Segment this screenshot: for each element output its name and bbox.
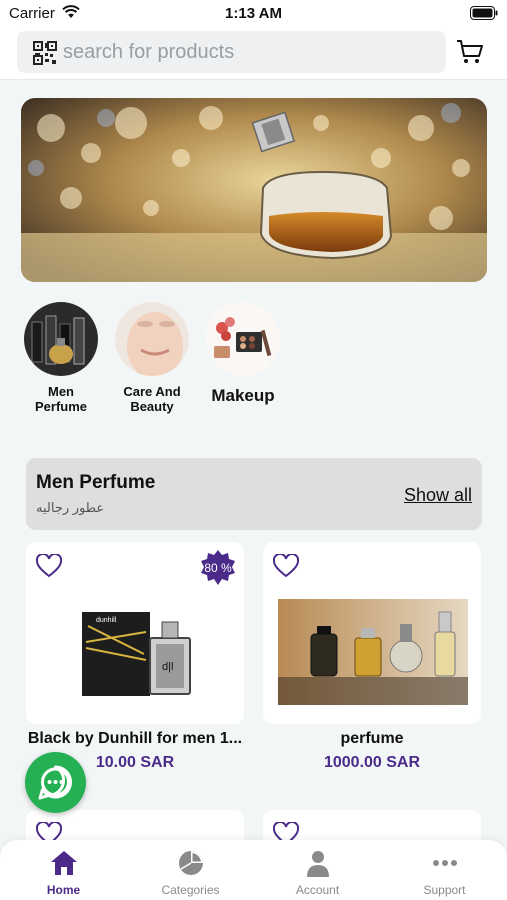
section-title: Men Perfume [36, 472, 156, 493]
bottom-tab-bar: Home Categories Account Support [0, 840, 507, 900]
perfume-banner-image [21, 98, 487, 282]
product-name[interactable]: perfume [263, 730, 481, 748]
section-header-men-perfume: Men Perfume عطور رجاليه Show all [26, 458, 482, 530]
discount-badge: 80 % [200, 550, 236, 586]
heart-icon[interactable] [273, 554, 299, 578]
tab-account[interactable]: Account [254, 840, 381, 900]
category-makeup[interactable]: Makeup [198, 302, 288, 405]
pie-chart-icon [178, 851, 203, 875]
status-bar: Carrier 1:13 AM [0, 0, 507, 28]
tab-support[interactable]: Support [381, 840, 507, 900]
whatsapp-icon [38, 765, 72, 800]
category-label: Makeup [211, 386, 275, 405]
category-label: Care And Beauty [123, 384, 181, 414]
category-care-and-beauty[interactable]: Care And Beauty [107, 302, 197, 414]
product-name[interactable]: Black by Dunhill for men 1... [26, 730, 244, 748]
svg-text:dunhill: dunhill [96, 617, 117, 624]
person-icon [306, 851, 329, 877]
product-price: 1000.00 SAR [323, 754, 421, 771]
section-subtitle: عطور رجاليه [36, 500, 105, 515]
whatsapp-chat-button[interactable] [25, 752, 86, 813]
battery-icon [470, 6, 498, 20]
qr-code-icon[interactable] [33, 41, 57, 65]
svg-text:d|l: d|l [162, 661, 173, 673]
care-beauty-thumbnail [115, 302, 189, 376]
search-header [0, 28, 507, 80]
promo-banner[interactable] [21, 98, 487, 282]
search-bar[interactable] [17, 31, 446, 73]
search-input[interactable] [63, 31, 433, 73]
cart-icon[interactable] [456, 39, 484, 65]
clock: 1:13 AM [225, 5, 282, 22]
product-card[interactable]: 80 % dunhill d|l [26, 542, 244, 724]
home-icon [50, 851, 77, 875]
category-men-perfume[interactable]: Men Perfume [16, 302, 106, 414]
tab-home[interactable]: Home [0, 840, 127, 900]
heart-icon[interactable] [36, 554, 62, 578]
show-all-link[interactable]: Show all [404, 485, 472, 506]
tab-categories[interactable]: Categories [127, 840, 254, 900]
makeup-thumbnail [206, 302, 280, 376]
product-card[interactable] [263, 542, 481, 724]
men-perfume-thumbnail [24, 302, 98, 376]
more-dots-icon [432, 860, 457, 866]
category-label: Men Perfume [34, 384, 88, 414]
